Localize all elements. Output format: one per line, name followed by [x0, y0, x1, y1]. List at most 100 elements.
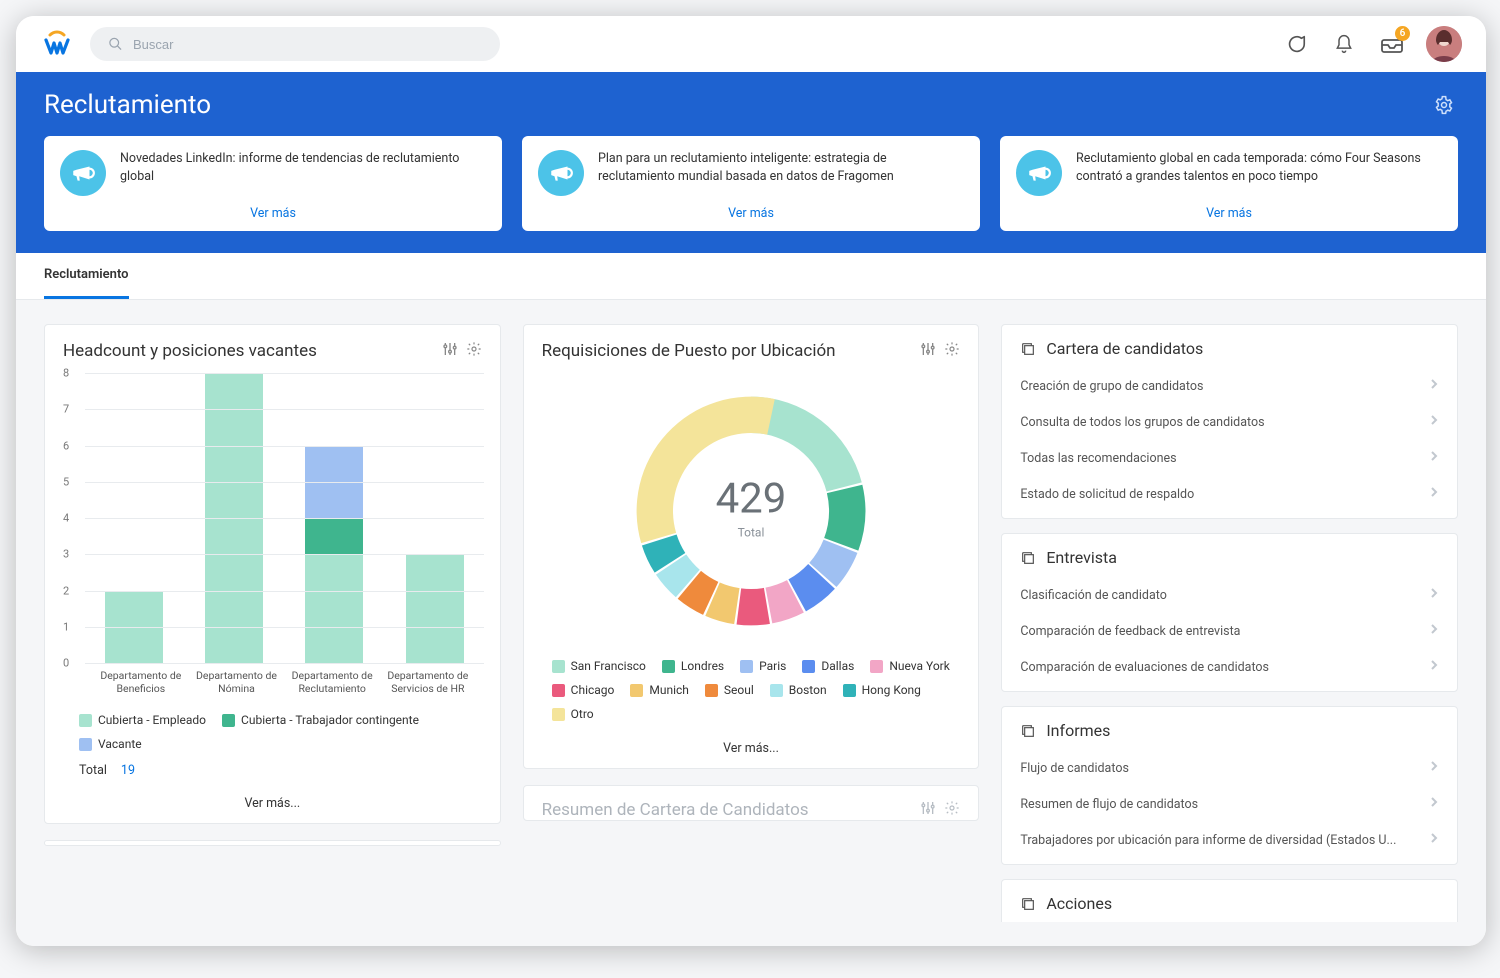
chevron-right-icon: [1429, 378, 1439, 390]
chevron-right-icon: [1429, 414, 1439, 426]
sliders-icon[interactable]: [442, 341, 458, 361]
legend-item: Chicago: [552, 683, 615, 697]
linkcard-title: Entrevista: [1046, 548, 1117, 567]
hero-card-text: Plan para un reclutamiento inteligente: …: [598, 150, 964, 185]
card-requisitions: Requisiciones de Puesto por Ubicación 42…: [523, 324, 980, 769]
bar-xlabel: Departamento de Nómina: [189, 669, 285, 697]
hero-card-link[interactable]: Ver más: [60, 206, 486, 221]
gear-icon[interactable]: [944, 341, 960, 361]
bar-xlabel: Departamento de Servicios de HR: [380, 669, 476, 697]
legend-item: Dallas: [802, 659, 854, 673]
card-headcount: Headcount y posiciones vacantes 0 1 2 3 …: [44, 324, 501, 824]
chevron-right-icon: [1429, 587, 1439, 599]
link-0-0[interactable]: Creación de grupo de candidatos: [1020, 368, 1439, 404]
link-2-1[interactable]: Resumen de flujo de candidatos: [1020, 786, 1439, 822]
megaphone-icon: [1016, 150, 1062, 196]
chevron-right-icon: [1429, 659, 1439, 671]
headcount-legend: Cubierta - Empleado Cubierta - Trabajador…: [45, 697, 500, 761]
linkcard-0: Cartera de candidatos Creación de grupo …: [1001, 324, 1458, 519]
link-1-2[interactable]: Comparación de evaluaciones de candidato…: [1020, 649, 1439, 685]
inbox-badge: 6: [1395, 26, 1410, 41]
tab-reclutamiento[interactable]: Reclutamiento: [44, 253, 129, 299]
hero-card-text: Reclutamiento global en cada temporada: …: [1076, 150, 1442, 185]
linkcard-2: Informes Flujo de candidatosResumen de f…: [1001, 706, 1458, 865]
megaphone-icon: [538, 150, 584, 196]
donut-slice: [737, 588, 770, 625]
requisitions-donut: 429 Total: [524, 367, 979, 647]
hero-card-1: Plan para un reclutamiento inteligente: …: [522, 136, 980, 231]
page-title: Reclutamiento: [44, 90, 211, 120]
chevron-right-icon: [1429, 832, 1439, 844]
requisitions-legend: San Francisco Londres Paris Dallas Nueva Yor…: [524, 647, 979, 731]
donut-slice: [824, 485, 865, 551]
legend-item: Cubierta - Trabajador contingente: [222, 713, 419, 727]
hero-card-link[interactable]: Ver más: [538, 206, 964, 221]
legend-item: Vacante: [79, 737, 142, 751]
legend-item: San Francisco: [552, 659, 646, 673]
chevron-right-icon: [1429, 450, 1439, 462]
stack-icon: [1020, 550, 1036, 566]
legend-item: Londres: [662, 659, 724, 673]
bar-xlabel: Departamento de Beneficios: [93, 669, 189, 697]
card-peek-left: [44, 840, 501, 846]
card-headcount-title: Headcount y posiciones vacantes: [63, 341, 317, 361]
linkcard-1: Entrevista Clasificación de candidatoCom…: [1001, 533, 1458, 692]
linkcard-title: Cartera de candidatos: [1046, 339, 1203, 358]
chevron-right-icon: [1429, 796, 1439, 808]
hero-card-link[interactable]: Ver más: [1016, 206, 1442, 221]
legend-item: Paris: [740, 659, 786, 673]
card-requisitions-title: Requisiciones de Puesto por Ubicación: [542, 341, 836, 361]
requisitions-more-link[interactable]: Ver más...: [524, 731, 979, 768]
hero-card-text: Novedades LinkedIn: informe de tendencia…: [120, 150, 486, 185]
link-1-1[interactable]: Comparación de feedback de entrevista: [1020, 613, 1439, 649]
gear-icon[interactable]: [1430, 91, 1458, 119]
legend-item: Nueva York: [870, 659, 950, 673]
sliders-icon[interactable]: [920, 341, 936, 361]
legend-item: Seoul: [705, 683, 754, 697]
linkcard-title: Informes: [1046, 721, 1110, 740]
link-2-2[interactable]: Trabajadores por ubicación para informe …: [1020, 822, 1439, 858]
donut-center: 429 Total: [716, 475, 787, 540]
candidate-summary-title: Resumen de Cartera de Candidatos: [542, 800, 809, 820]
chat-icon[interactable]: [1282, 30, 1310, 58]
megaphone-icon: [60, 150, 106, 196]
gear-icon[interactable]: [944, 800, 960, 820]
legend-item: Munich: [630, 683, 689, 697]
bar-xlabel: Departamento de Reclutamiento: [284, 669, 380, 697]
legend-item: Cubierta - Empleado: [79, 713, 206, 727]
chevron-right-icon: [1429, 760, 1439, 772]
topbar: 6: [16, 16, 1486, 72]
legend-item: Otro: [552, 707, 594, 721]
hero-card-0: Novedades LinkedIn: informe de tendencia…: [44, 136, 502, 231]
bell-icon[interactable]: [1330, 30, 1358, 58]
link-0-1[interactable]: Consulta de todos los grupos de candidat…: [1020, 404, 1439, 440]
card-candidate-summary-peek: Resumen de Cartera de Candidatos: [523, 785, 980, 821]
search-input[interactable]: [133, 37, 482, 52]
search-box[interactable]: [90, 27, 500, 61]
legend-item: Hong Kong: [843, 683, 921, 697]
topbar-icons: 6: [1282, 26, 1462, 62]
avatar[interactable]: [1426, 26, 1462, 62]
inbox-icon[interactable]: 6: [1378, 30, 1406, 58]
link-0-3[interactable]: Estado de solicitud de respaldo: [1020, 476, 1439, 512]
link-2-0[interactable]: Flujo de candidatos: [1020, 750, 1439, 786]
linkcard-title: Acciones: [1046, 894, 1112, 913]
headcount-barchart: 0 1 2 3 4 5 6 7 8 Departamento de Benefi…: [45, 367, 500, 697]
gear-icon[interactable]: [466, 341, 482, 361]
app-logo[interactable]: [40, 27, 74, 61]
chevron-right-icon: [1429, 623, 1439, 635]
link-1-0[interactable]: Clasificación de candidato: [1020, 577, 1439, 613]
headcount-more-link[interactable]: Ver más...: [45, 786, 500, 823]
linkcard-3: Acciones: [1001, 879, 1458, 922]
hero: Reclutamiento Novedades LinkedIn: inform…: [16, 72, 1486, 253]
tabstrip: Reclutamiento: [16, 253, 1486, 300]
stack-icon: [1020, 896, 1036, 912]
right-panel: Cartera de candidatos Creación de grupo …: [1001, 324, 1458, 922]
main-grid: Headcount y posiciones vacantes 0 1 2 3 …: [16, 300, 1486, 946]
hero-card-2: Reclutamiento global en cada temporada: …: [1000, 136, 1458, 231]
sliders-icon[interactable]: [920, 800, 936, 820]
headcount-total: Total19: [45, 761, 500, 786]
stack-icon: [1020, 341, 1036, 357]
link-0-2[interactable]: Todas las recomendaciones: [1020, 440, 1439, 476]
legend-item: Boston: [770, 683, 827, 697]
